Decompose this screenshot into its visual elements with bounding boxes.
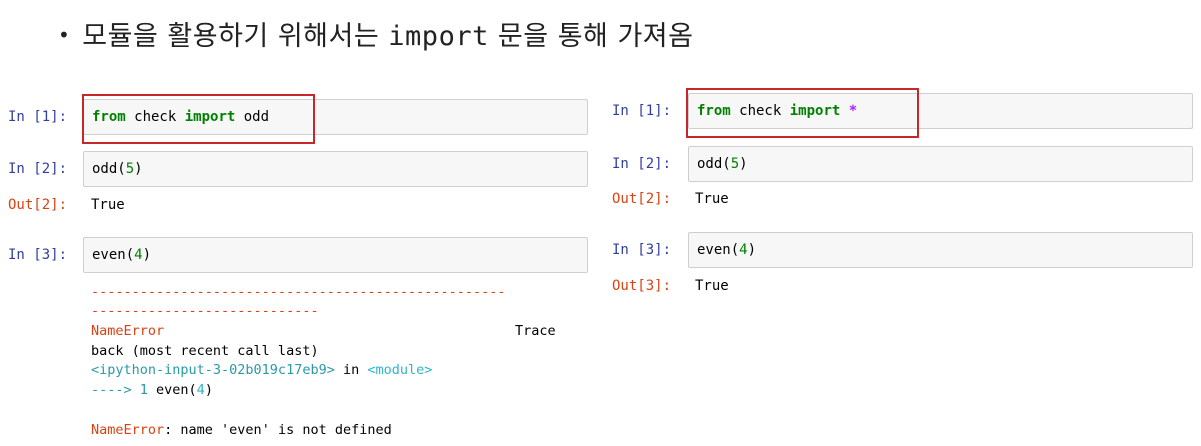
right-highlight-box <box>686 88 919 138</box>
left-in3-prompt: In [3]: <box>8 247 68 263</box>
call-close: ) <box>747 242 757 258</box>
right-out3-prompt: Out[3]: <box>612 278 672 294</box>
bullet-icon: • <box>58 23 71 47</box>
left-out2-value: True <box>91 197 125 213</box>
call-func: even( <box>92 247 135 263</box>
traceback-arrow-close: ) <box>204 382 213 398</box>
left-out2-prompt: Out[2]: <box>8 197 68 213</box>
traceback-in-word: in <box>334 362 368 378</box>
traceback-arrow-arg: 4 <box>196 382 205 398</box>
traceback-final-line: NameError: name 'even' is not defined <box>91 421 392 441</box>
traceback-trace-label: Trace <box>515 323 556 339</box>
right-code-cell-3[interactable]: even(4) <box>688 232 1193 268</box>
traceback-module-ref: <module> <box>367 362 433 378</box>
left-in1-prompt: In [1]: <box>8 109 68 125</box>
call-arg: 5 <box>125 161 135 177</box>
heading-code: import <box>388 21 489 52</box>
left-code-cell-3[interactable]: even(4) <box>83 237 588 273</box>
right-in2-prompt: In [2]: <box>612 156 672 172</box>
call-arg: 4 <box>134 247 143 263</box>
traceback-arrow: ----> 1 <box>91 382 157 398</box>
heading-text-before: 모듈을 활용하기 위해서는 <box>82 21 389 52</box>
call-func: even( <box>697 242 740 258</box>
heading-text-after: 문을 통해 가져옴 <box>488 21 694 52</box>
call-func: odd( <box>697 156 731 172</box>
traceback-arrow-line: ----> 1 even(4) <box>91 381 213 401</box>
call-close: ) <box>142 247 152 263</box>
right-in1-prompt: In [1]: <box>612 103 672 119</box>
right-in3-prompt: In [3]: <box>612 242 672 258</box>
right-out2-prompt: Out[2]: <box>612 191 672 207</box>
traceback-input-ref: <ipython-input-3-02b019c17eb9> <box>91 362 335 378</box>
slide-heading: • 모듈을 활용하기 위해서는 import 문을 통해 가져옴 <box>58 14 693 53</box>
traceback-location-line: <ipython-input-3-02b019c17eb9> in <modul… <box>91 361 432 381</box>
traceback-dash-line-1: ----------------------------------------… <box>91 284 506 300</box>
traceback-dash-line-2: ---------------------------- <box>91 303 319 319</box>
traceback-arrow-code: even( <box>156 382 197 398</box>
traceback-final-error: NameError <box>91 422 165 438</box>
call-arg: 4 <box>739 242 748 258</box>
traceback-error-name: NameError <box>91 323 165 339</box>
right-code-cell-2[interactable]: odd(5) <box>688 146 1193 182</box>
call-func: odd( <box>92 161 126 177</box>
traceback-final-message: : name 'even' is not defined <box>164 422 392 438</box>
call-arg: 5 <box>730 156 740 172</box>
call-close: ) <box>134 161 143 177</box>
left-code-cell-2[interactable]: odd(5) <box>83 151 588 187</box>
right-out3-value: True <box>695 278 729 294</box>
left-in2-prompt: In [2]: <box>8 161 68 177</box>
left-highlight-box <box>82 94 315 144</box>
call-close: ) <box>739 156 748 172</box>
traceback-header-line: back (most recent call last) <box>91 343 319 359</box>
right-out2-value: True <box>695 191 729 207</box>
